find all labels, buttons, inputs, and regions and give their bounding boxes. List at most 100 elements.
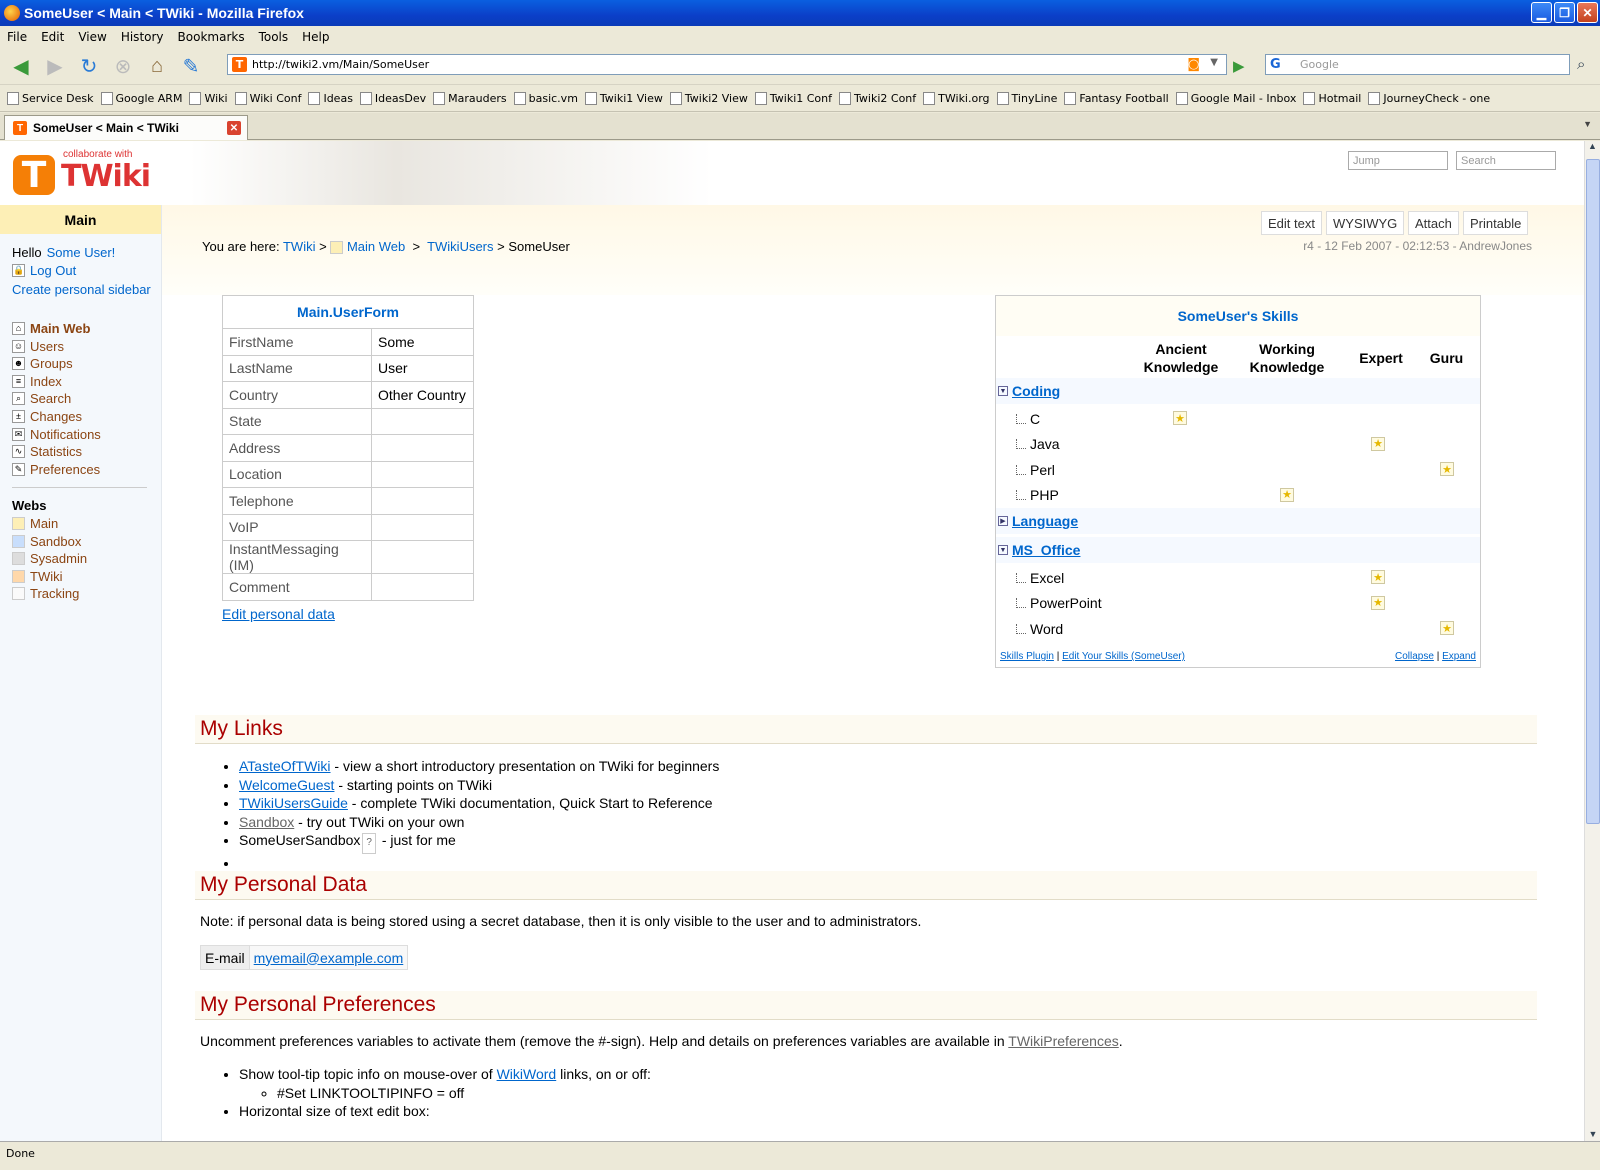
sidebar-web[interactable]: Main [12,516,58,531]
bookmark-item[interactable]: Wiki [189,92,228,105]
sidebar-item-label[interactable]: Users [30,339,64,354]
tab-list-icon[interactable]: ▼ [1583,119,1592,129]
vertical-scrollbar[interactable]: ▲ ▼ [1584,141,1600,1141]
skill-star-icon[interactable]: ★ [1371,595,1385,610]
bookmark-item[interactable]: Ideas [308,92,353,105]
tab-active[interactable]: T SomeUser < Main < TWiki ✕ [4,115,248,140]
url-dropdown-icon[interactable]: ▼ [1210,57,1218,68]
go-icon[interactable]: ▶ [1233,57,1245,75]
collapse-toggle-icon[interactable]: ▼ [998,545,1008,555]
reload-icon[interactable]: ↻ [76,53,102,79]
create-topic-link[interactable]: ? [362,833,376,854]
back-arrow-icon[interactable]: ◀ [8,53,34,79]
skill-star-icon[interactable]: ★ [1440,621,1454,635]
skill-star-icon[interactable]: ★ [1371,570,1385,584]
search-engine-input[interactable]: G Google [1265,54,1570,75]
menu-tools[interactable]: Tools [252,30,296,44]
create-sidebar-link[interactable]: Create personal sidebar [12,282,151,297]
bookmark-item[interactable]: TinyLine [996,92,1057,105]
bookmark-item[interactable]: Wiki Conf [234,92,301,105]
email-link[interactable]: myemail@example.com [254,950,404,966]
sidebar-item[interactable]: ⌂ Main Web [12,321,90,336]
skill-category-link[interactable]: Language [1012,513,1078,529]
skill-category-row[interactable]: ▶ Language [996,508,1480,534]
user-link[interactable]: Some User! [47,245,116,260]
minimize-button[interactable]: ▁ [1531,2,1552,23]
breadcrumb-twikiusers[interactable]: TWikiUsers [427,239,493,254]
forward-arrow-icon[interactable]: ▶ [42,53,68,79]
sidebar-item-label[interactable]: Changes [30,409,82,424]
sidebar-web-label[interactable]: Main [30,516,58,531]
skill-category-row[interactable]: ▼ MS_Office [996,537,1480,563]
skill-category-link[interactable]: MS_Office [1012,542,1080,558]
maximize-button[interactable]: ❐ [1554,2,1575,23]
collapse-toggle-icon[interactable]: ▼ [998,386,1008,396]
stop-icon[interactable]: ⊗ [110,53,136,79]
collapse-link[interactable]: Collapse [1395,651,1434,662]
sidebar-item[interactable]: ≡ Index [12,374,62,389]
sidebar-item-label[interactable]: Index [30,374,62,389]
rss-feed-icon[interactable]: ◙ [1187,57,1200,72]
scroll-down-icon[interactable]: ▼ [1585,1129,1600,1139]
jump-input[interactable]: Jump [1348,151,1448,170]
sidebar-item[interactable]: ☺ Users [12,339,64,354]
sidebar-item-label[interactable]: Groups [30,356,73,371]
sidebar-item[interactable]: ☻ Groups [12,356,73,371]
close-window-button[interactable]: ✕ [1577,2,1598,23]
bookmark-item[interactable]: JourneyCheck - one [1368,92,1490,105]
bookmark-item[interactable]: TWiki.org [923,92,990,105]
bookmark-item[interactable]: Service Desk [7,92,94,105]
edit-personal-data-link[interactable]: Edit personal data [222,606,335,622]
sidebar-item[interactable]: ✎ Preferences [12,462,100,477]
twikipreferences-link[interactable]: TWikiPreferences [1008,1033,1118,1049]
printable-button[interactable]: Printable [1463,211,1529,235]
sidebar-item-label[interactable]: Notifications [30,427,101,442]
sidebar-web[interactable]: Sandbox [12,534,81,549]
close-tab-icon[interactable]: ✕ [227,121,241,135]
bookmark-item[interactable]: Twiki1 View [584,92,663,105]
sidebar-item-label[interactable]: Search [30,391,71,406]
breadcrumb-main-web[interactable]: Main Web [347,239,405,254]
sidebar-item-label[interactable]: Statistics [30,444,82,459]
attach-button[interactable]: Attach [1408,211,1459,235]
scroll-up-icon[interactable]: ▲ [1585,141,1600,151]
sidebar-web-label[interactable]: Sandbox [30,534,81,549]
expand-link[interactable]: Expand [1442,651,1476,662]
wiki-topic-link[interactable]: Sandbox [239,814,294,830]
sidebar-web[interactable]: TWiki [12,569,63,584]
sidebar-item[interactable]: ± Changes [12,409,82,424]
sidebar-web-label[interactable]: Sysadmin [30,551,87,566]
page-tool-icon[interactable]: ✎ [178,53,204,79]
edit-text-button[interactable]: Edit text [1261,211,1322,235]
skill-category-row[interactable]: ▼ Coding [996,378,1480,404]
bookmark-item[interactable]: Google Mail - Inbox [1175,92,1296,105]
skill-star-icon[interactable]: ★ [1280,487,1294,502]
expand-toggle-icon[interactable]: ▶ [998,516,1008,526]
url-bar[interactable]: T http://twiki2.vm/Main/SomeUser ◙ ▼ [227,54,1227,75]
bookmark-item[interactable]: Marauders [433,92,507,105]
edit-skills-link[interactable]: Edit Your Skills (SomeUser) [1062,651,1185,662]
wikiword-link[interactable]: WikiWord [497,1066,557,1082]
skill-star-icon[interactable]: ★ [1440,462,1454,476]
wysiwyg-button[interactable]: WYSIWYG [1326,211,1405,235]
skills-plugin-link[interactable]: Skills Plugin [1000,651,1054,662]
breadcrumb-twiki[interactable]: TWiki [283,239,316,254]
sidebar-item[interactable]: ✉ Notifications [12,427,101,442]
wiki-topic-link[interactable]: TWikiUsersGuide [239,795,348,811]
bookmark-item[interactable]: Twiki2 Conf [839,92,916,105]
scrollbar-thumb[interactable] [1586,159,1600,824]
skill-category-link[interactable]: Coding [1012,383,1060,399]
menu-history[interactable]: History [114,30,171,44]
sidebar-item-label[interactable]: Preferences [30,462,100,477]
menu-file[interactable]: File [0,30,34,44]
sidebar-item[interactable]: ⌕ Search [12,391,71,406]
bookmark-item[interactable]: IdeasDev [359,92,426,105]
logout-link[interactable]: Log Out [30,263,76,278]
menu-help[interactable]: Help [295,30,336,44]
search-input[interactable]: Search [1456,151,1556,170]
bookmark-item[interactable]: Twiki2 View [669,92,748,105]
bookmark-item[interactable]: Google ARM [100,92,182,105]
bookmark-item[interactable]: Twiki1 Conf [754,92,832,105]
search-magnifier-icon[interactable]: ⌕ [1577,56,1585,73]
wiki-topic-link[interactable]: ATasteOfTWiki [239,758,331,774]
